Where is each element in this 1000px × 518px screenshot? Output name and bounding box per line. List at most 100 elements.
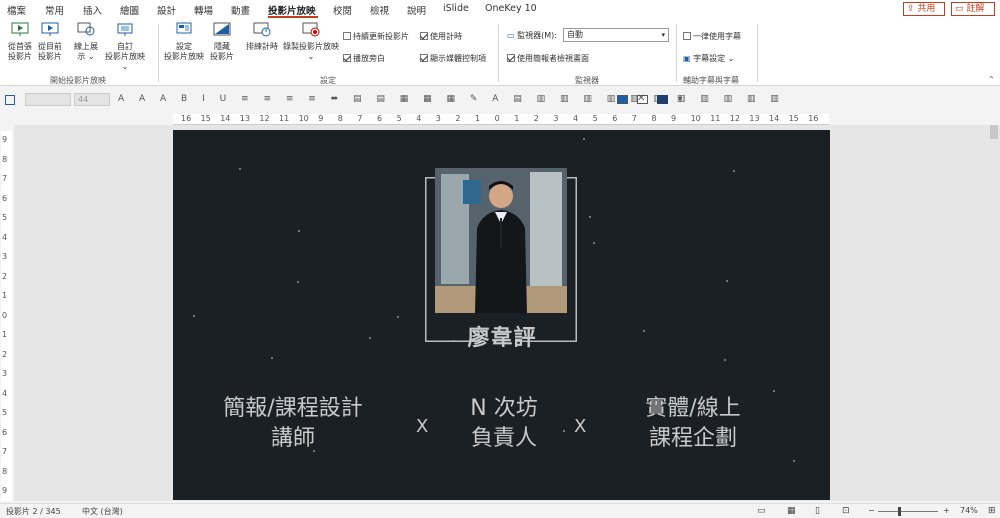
ruler-tick-label: 5 (396, 114, 402, 123)
normal-view-icon[interactable]: ▭ (757, 506, 766, 516)
fill-color-swatch[interactable] (617, 95, 628, 104)
present-online-button[interactable]: 線上展 示 ⌄ (70, 22, 102, 62)
tab-animations[interactable]: 動畫 (231, 3, 250, 17)
tab-design[interactable]: 設計 (157, 3, 176, 17)
play-narrations-checkbox[interactable]: 播放旁白 (343, 53, 385, 64)
ruler-tick-label: 6 (377, 114, 383, 123)
ruler-tick-label: 1 (475, 114, 481, 123)
caption-settings-button[interactable]: ▣ 字幕設定 ⌄ (683, 53, 734, 64)
ruler-tick-label: 8 (651, 114, 657, 123)
theme-color-swatch[interactable] (657, 95, 668, 104)
tab-transitions[interactable]: 轉場 (194, 3, 213, 17)
ruler-tick-label: 12 (729, 114, 740, 123)
star-dot (643, 330, 645, 332)
star-dot (793, 460, 795, 462)
play-from-start-icon (11, 22, 29, 36)
tab-onekey[interactable]: OneKey 10 (485, 3, 537, 14)
toolbar-overflow-icon[interactable]: ▾ (678, 94, 682, 103)
use-timings-checkbox[interactable]: 使用計時 (420, 31, 462, 42)
share-label: 共用 (917, 4, 936, 14)
from-current-button[interactable]: 從目前 投影片 (35, 22, 65, 62)
ruler-tick-label: 10 (298, 114, 309, 123)
ruler-tick-label: 11 (710, 114, 721, 123)
monitor-label: ▭ 監視器(M): (507, 30, 557, 41)
zoom-slider[interactable] (878, 511, 938, 512)
font-name-box[interactable] (25, 93, 71, 106)
slideshow-view-icon[interactable]: ⊡ (842, 506, 850, 516)
tab-help[interactable]: 說明 (407, 3, 426, 17)
collapse-ribbon-icon[interactable]: ⌃ (988, 75, 995, 84)
setup-group-label: 設定 (320, 76, 336, 85)
group-separator (498, 24, 499, 82)
from-beginning-label: 從首張 投影片 (8, 42, 32, 61)
vertical-scrollbar[interactable] (988, 125, 1000, 501)
keep-slides-updated-label: 持續更新投影片 (353, 32, 409, 41)
ruler-tick-label: 6 (2, 193, 8, 203)
comment-label: 註解 (966, 4, 985, 14)
slide[interactable]: 廖韋評 簡報/課程設計 講師 X N 次坊 負責人 X 實體/線上 課程企劃 (173, 130, 830, 500)
setup-slideshow-button[interactable]: 設定 投影片放映 (162, 22, 206, 62)
tab-file[interactable]: 檔案 (7, 3, 26, 17)
scrollbar-thumb[interactable] (990, 125, 998, 139)
star-dot (193, 315, 195, 317)
fit-slide-icon[interactable]: ⊞ (988, 506, 996, 516)
ruler-tick-label: 2 (2, 271, 8, 281)
ruler-tick-label: 9 (671, 114, 677, 123)
reading-view-icon[interactable]: ▯ (815, 506, 820, 516)
ruler-tick-label: 13 (239, 114, 250, 123)
ruler-tick-label: 4 (2, 388, 8, 398)
tab-draw[interactable]: 繪圖 (120, 3, 139, 17)
ruler-tick-label: 9 (2, 486, 8, 495)
ruler-tick-label: 14 (220, 114, 231, 123)
from-beginning-button[interactable]: 從首張 投影片 (6, 22, 34, 62)
zoom-in-icon[interactable]: + (943, 506, 950, 515)
share-button[interactable]: ⇪ 共用 (903, 2, 945, 16)
slide-sorter-icon[interactable]: ▦ (787, 506, 796, 516)
font-size-box[interactable]: 44 (74, 93, 110, 106)
caption-settings-label: 字幕設定 ⌄ (693, 54, 735, 63)
hide-slide-button[interactable]: 隱藏 投影片 (206, 22, 238, 62)
zoom-slider-thumb[interactable] (898, 507, 901, 516)
star-dot (298, 230, 300, 232)
ruler-tick-label: 3 (2, 369, 8, 378)
chevron-down-icon: ▾ (661, 31, 665, 39)
always-captions-checkbox[interactable]: 一律使用字幕 (683, 31, 741, 42)
record-slideshow-button[interactable]: 錄製投影片放映 ⌄ (281, 22, 341, 62)
ruler-tick-label: 7 (631, 114, 637, 123)
tab-islide[interactable]: iSlide (443, 3, 469, 14)
custom-show-label: 自訂 投影片放映 ⌄ (105, 42, 145, 71)
tab-review[interactable]: 校閱 (333, 3, 352, 17)
hide-slide-label: 隱藏 投影片 (210, 42, 234, 61)
rehearse-timings-button[interactable]: 排練計時 (243, 22, 281, 52)
keep-slides-updated-checkbox[interactable]: 持續更新投影片 (343, 31, 409, 42)
ruler-tick-label: 2 (2, 349, 8, 359)
show-media-controls-checkbox[interactable]: 顯示媒體控制項 (420, 53, 486, 64)
star-dot (593, 242, 595, 244)
language-indicator[interactable]: 中文 (台灣) (82, 506, 123, 517)
zoom-out-icon[interactable]: − (868, 506, 875, 515)
close-shape-icon[interactable]: ✕ (637, 93, 645, 104)
zoom-level[interactable]: 74% (960, 506, 978, 515)
ruler-tick-label: 13 (749, 114, 760, 123)
role-1: 簡報/課程設計 講師 (203, 394, 383, 454)
setup-slideshow-icon (176, 22, 192, 34)
play-narrations-label: 播放旁白 (353, 54, 385, 63)
hide-slide-icon (213, 22, 231, 36)
tab-view[interactable]: 檢視 (370, 3, 389, 17)
person-silhouette-icon (435, 168, 567, 313)
captions-group-label: 輔助字幕與字幕 (683, 76, 739, 85)
tab-insert[interactable]: 插入 (83, 3, 102, 17)
comment-button[interactable]: ▭ 註解 (951, 2, 995, 16)
textbox-icon[interactable] (5, 95, 15, 105)
presenter-view-checkbox[interactable]: 使用簡報者檢視畫面 (507, 53, 589, 64)
custom-show-button[interactable]: 自訂 投影片放映 ⌄ (102, 22, 148, 72)
ruler-tick-label: 11 (279, 114, 290, 123)
tab-slideshow[interactable]: 投影片放映 (268, 3, 316, 17)
monitor-select-value: 自動 (567, 30, 583, 39)
ruler-tick-label: 5 (2, 408, 8, 417)
monitor-select[interactable]: 自動 ▾ (563, 28, 669, 42)
tab-home[interactable]: 常用 (45, 3, 64, 17)
group-separator (676, 24, 677, 82)
ruler-tick-label: 8 (2, 466, 8, 476)
star-dot (297, 281, 299, 283)
